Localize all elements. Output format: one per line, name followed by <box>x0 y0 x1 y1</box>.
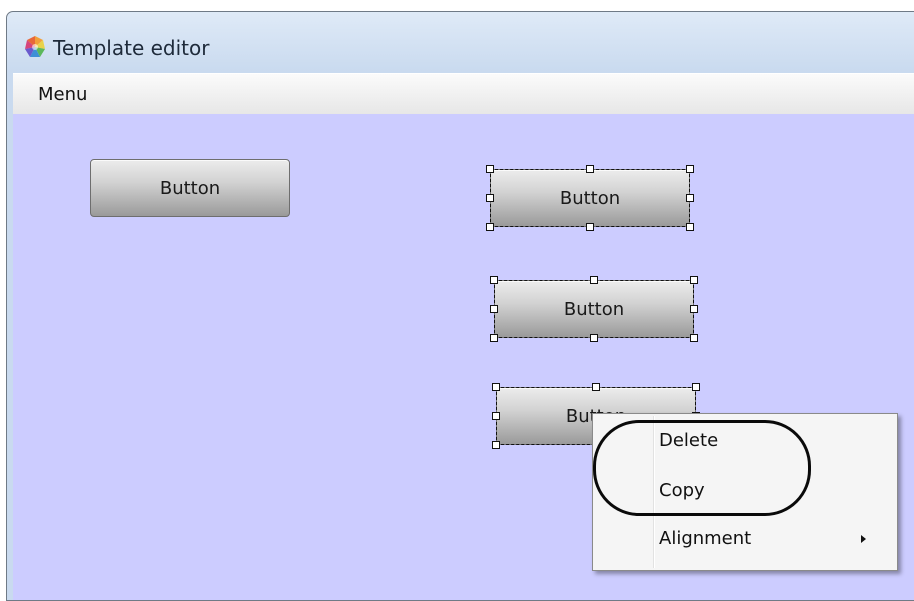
menu-bar: Menu <box>13 73 914 115</box>
resize-handle[interactable] <box>492 441 500 449</box>
resize-handle[interactable] <box>686 194 694 202</box>
menu-icon-gutter <box>653 416 655 568</box>
resize-handle[interactable] <box>590 276 598 284</box>
resize-handle[interactable] <box>690 276 698 284</box>
resize-handle[interactable] <box>492 412 500 420</box>
context-menu: Delete Copy Alignment <box>592 413 898 571</box>
title-bar[interactable]: Template editor <box>7 12 914 74</box>
context-menu-copy[interactable]: Copy <box>659 480 705 501</box>
resize-handle[interactable] <box>490 276 498 284</box>
resize-handle[interactable] <box>486 165 494 173</box>
window-title: Template editor <box>53 36 210 60</box>
resize-handle[interactable] <box>690 305 698 313</box>
chevron-right-icon <box>861 535 866 543</box>
resize-handle[interactable] <box>590 334 598 342</box>
selection-frame-3 <box>494 280 694 338</box>
canvas-button-1[interactable]: Button <box>90 159 290 217</box>
template-editor-icon <box>25 36 45 57</box>
selection-frame-2 <box>490 169 690 227</box>
context-menu-delete[interactable]: Delete <box>659 430 718 451</box>
resize-handle[interactable] <box>586 165 594 173</box>
resize-handle[interactable] <box>492 383 500 391</box>
resize-handle[interactable] <box>686 223 694 231</box>
resize-handle[interactable] <box>486 194 494 202</box>
resize-handle[interactable] <box>490 334 498 342</box>
resize-handle[interactable] <box>586 223 594 231</box>
resize-handle[interactable] <box>690 334 698 342</box>
context-menu-alignment[interactable]: Alignment <box>659 528 751 549</box>
menu-button[interactable]: Menu <box>36 84 89 105</box>
resize-handle[interactable] <box>486 223 494 231</box>
resize-handle[interactable] <box>592 383 600 391</box>
resize-handle[interactable] <box>692 383 700 391</box>
resize-handle[interactable] <box>686 165 694 173</box>
resize-handle[interactable] <box>490 305 498 313</box>
